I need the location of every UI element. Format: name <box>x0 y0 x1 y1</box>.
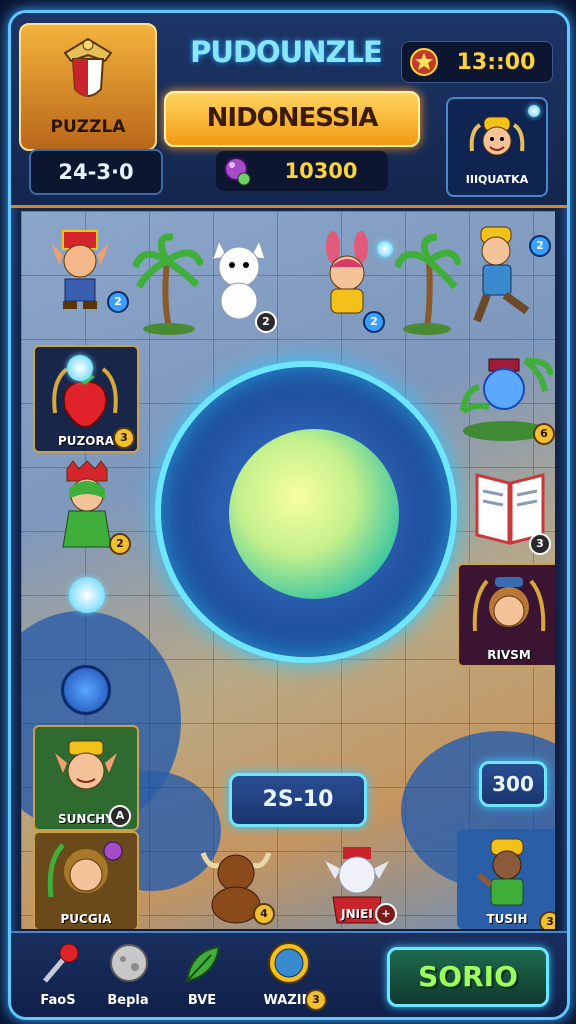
palm-tree-icon <box>395 233 461 335</box>
palm-tree-icon <box>133 233 203 335</box>
book-badge: 3 <box>529 533 551 555</box>
globe-land <box>229 429 399 599</box>
progress-value: 2S-10 <box>262 787 334 812</box>
lady-avatar-icon <box>472 577 546 632</box>
coins-box: 10300 <box>216 151 388 191</box>
globe-medal-icon <box>268 942 310 984</box>
cat-badge: 2 <box>255 311 277 333</box>
sparkle-orb <box>67 355 93 381</box>
bull-badge: 4 <box>253 903 275 925</box>
tile-badge: 3 <box>113 427 135 449</box>
elf-badge: 2 <box>107 291 129 313</box>
crest-badge[interactable]: PUZZLA <box>19 23 157 151</box>
elf-avatar-icon <box>55 740 117 790</box>
tile-label: RIVSM <box>487 648 531 662</box>
tile-badge: A <box>109 805 131 827</box>
tile-puzora[interactable]: PUZORA 3 <box>33 345 139 453</box>
footer-label: Bepla <box>107 993 149 1008</box>
tile-label: PUCGIA <box>60 912 112 926</box>
score-box: 24-3·0 <box>29 149 163 195</box>
pin-icon <box>43 943 79 983</box>
footer-bar: FaoS Bepla BVE WAZIN 3 SORIO <box>11 931 567 1017</box>
crest-emblem-icon <box>63 37 113 97</box>
tile-pucgia[interactable]: PUCGIA <box>33 831 139 929</box>
footer-label: FaoS <box>40 993 76 1008</box>
girl-avatar-icon <box>47 841 123 898</box>
score-value: 24-3·0 <box>58 160 134 184</box>
game-title: PUDOUNZLE <box>190 35 383 69</box>
footer-item-bepla[interactable]: Bepla <box>93 937 163 1015</box>
puzzle-board[interactable]: 2 2 2 2 PUZORA 3 2 SUNCHY A PUCGIA 6 3 R… <box>21 211 555 929</box>
footer-item-bve[interactable]: BVE <box>167 937 237 1015</box>
progress-pill[interactable]: 2S-10 <box>229 773 367 827</box>
moon-ball-icon <box>110 944 148 982</box>
tile-rivsm[interactable]: RIVSM <box>457 563 555 667</box>
coins-value: 10300 <box>284 159 358 183</box>
tile-badge: 3 <box>539 911 555 929</box>
timer-value: 13::00 <box>456 50 536 75</box>
bunny-badge: 2 <box>363 311 385 333</box>
crystal-ball-icon[interactable] <box>69 577 105 613</box>
timer-box: 13::00 <box>401 41 553 83</box>
goat-badge: + <box>375 903 397 925</box>
points-value: 300 <box>492 772 534 796</box>
player-label: IIIQUATKA <box>465 173 529 186</box>
worker-avatar-icon <box>477 838 524 906</box>
star-icon <box>410 48 438 76</box>
solve-label: SORIO <box>418 960 518 993</box>
header-bar: PUZZLA PUDOUNZLE 13::00 NIDONESSIA 24-3·… <box>11 13 567 208</box>
goat-label: JNIEI <box>341 907 373 921</box>
footer-badge: 3 <box>305 989 327 1011</box>
sparkle-orb <box>377 241 393 257</box>
level-banner: NIDONESSIA <box>164 91 420 147</box>
player-card[interactable]: IIIQUATKA <box>446 97 548 197</box>
pink-bunny-icon[interactable] <box>309 231 387 323</box>
sparkle-orb <box>528 105 540 117</box>
leaf-icon <box>185 945 221 983</box>
planet-badge: 6 <box>533 423 555 445</box>
smiley-ball-icon[interactable] <box>61 665 111 715</box>
level-name: NIDONESSIA <box>206 103 379 133</box>
footer-item-wazin[interactable]: WAZIN 3 <box>253 937 327 1015</box>
points-pill[interactable]: 300 <box>479 761 547 807</box>
elf-king-icon[interactable] <box>45 225 115 313</box>
tile-sunchy[interactable]: SUNCHY A <box>33 725 139 831</box>
gem-coin-icon <box>224 157 251 186</box>
tile-tusih[interactable]: TUSIH 3 <box>457 829 555 929</box>
player-avatar-icon <box>469 116 525 156</box>
runner-badge: 2 <box>529 235 551 257</box>
game-frame: PUZZLA PUDOUNZLE 13::00 NIDONESSIA 24-3·… <box>8 10 570 1020</box>
footer-label: BVE <box>187 993 217 1008</box>
footer-item-faos[interactable]: FaoS <box>23 937 93 1015</box>
solve-button[interactable]: SORIO <box>387 947 549 1007</box>
crest-label: PUZZLA <box>50 117 126 137</box>
greenkid-badge: 2 <box>109 533 131 555</box>
